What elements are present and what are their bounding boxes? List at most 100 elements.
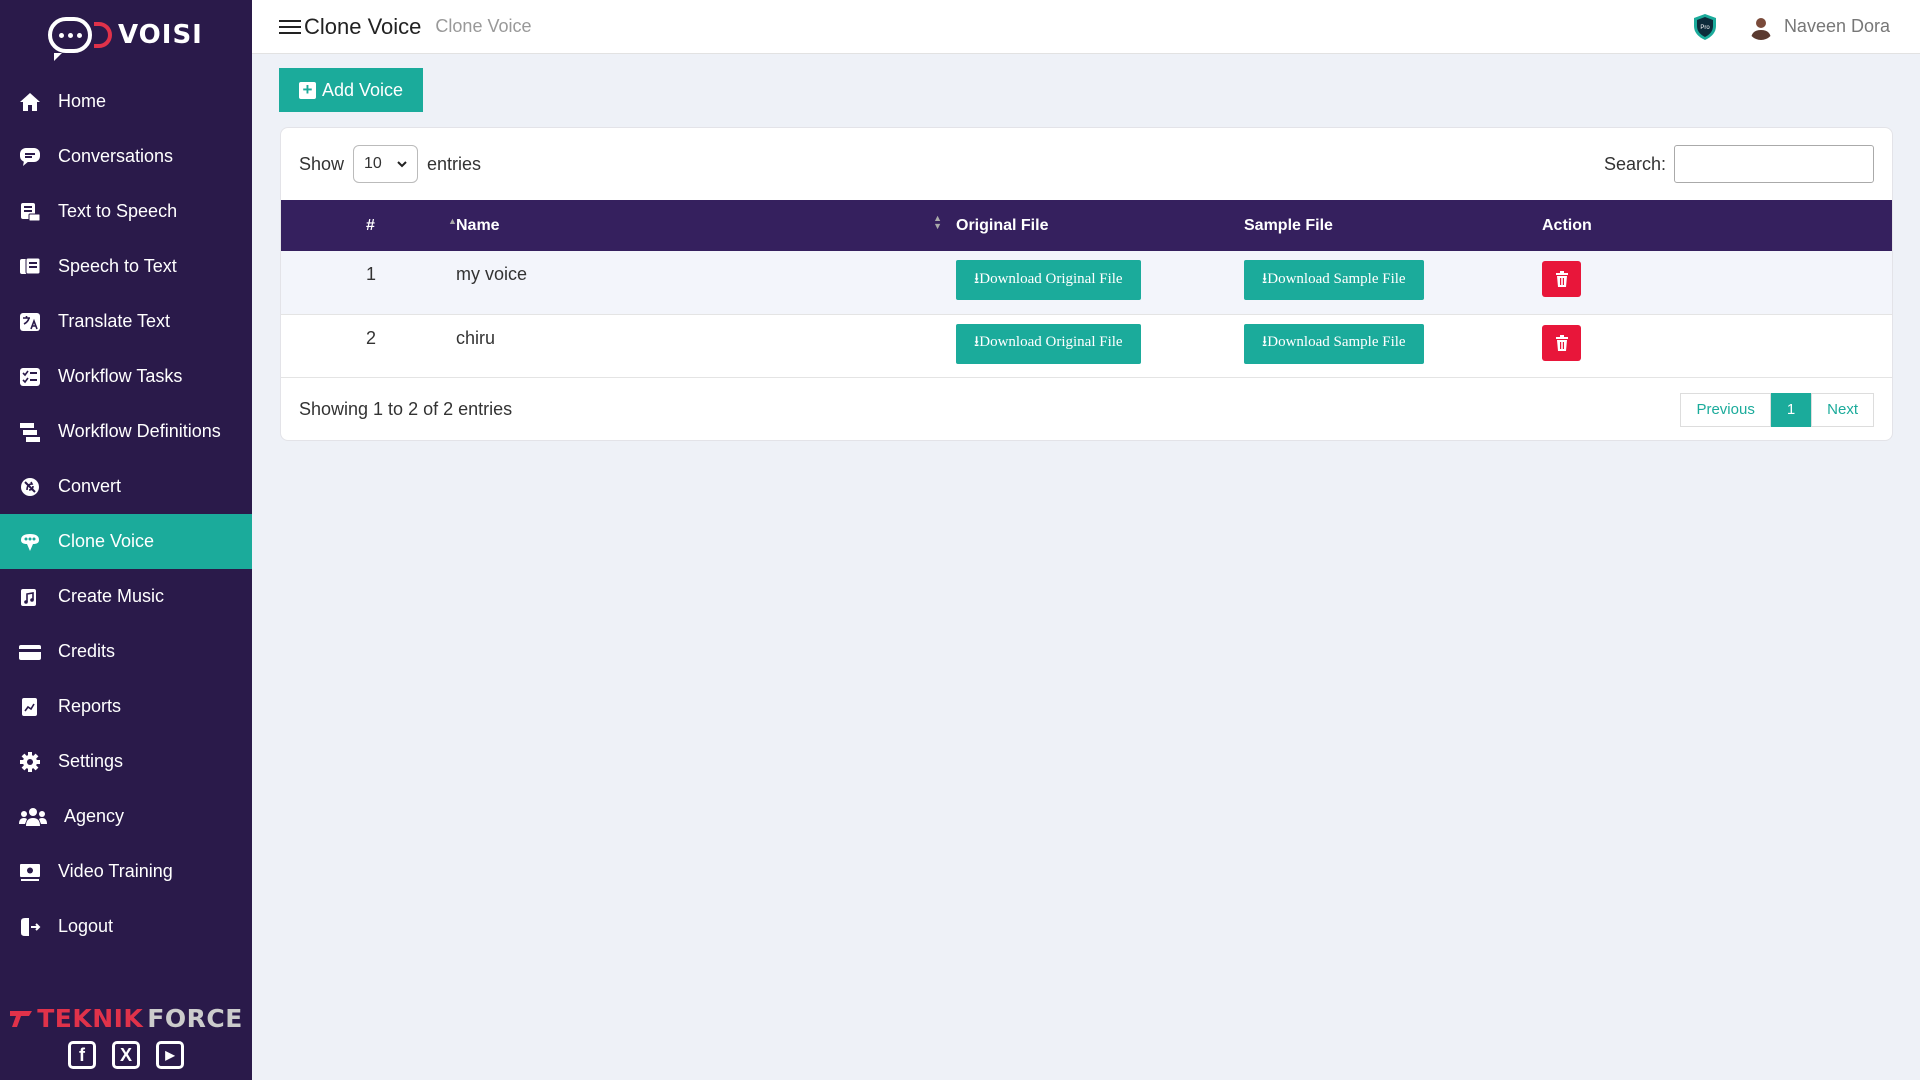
reports-icon [16,696,44,718]
gear-icon [16,751,44,773]
teknikforce-mark-icon [10,1010,33,1027]
clone-voice-icon [16,531,44,553]
sidebar-item-speech-to-text[interactable]: Speech to Text [0,239,252,294]
sort-both-icon: ▲ ▼ [933,213,942,231]
sidebar-item-workflow-definitions[interactable]: Workflow Definitions [0,404,252,459]
download-sample-button[interactable]: ⭳Download Sample File [1244,323,1424,364]
download-sample-button[interactable]: ⭳Download Sample File [1244,260,1424,300]
trash-icon [1555,271,1568,287]
app-logo[interactable]: VOISI [0,0,252,70]
facebook-icon[interactable]: f [68,1041,96,1069]
users-icon [16,806,50,828]
social-links: f X ▶ [0,1041,252,1069]
workflow-icon [16,421,44,443]
sidebar-item-label: Create Music [58,586,165,606]
sidebar-item-convert[interactable]: Convert [0,459,252,514]
next-page-button[interactable]: Next [1811,392,1874,427]
sidebar-item-agency[interactable]: Agency [0,789,252,844]
page-length-select[interactable]: 10 [353,145,419,183]
search-input[interactable] [1674,145,1874,183]
search-label: Search: [1603,153,1666,174]
sidebar-item-label: Reports [58,696,122,716]
sidebar-item-home[interactable]: Home [0,74,252,129]
sidebar-item-label: Home [58,91,107,111]
sidebar-item-label: Agency [64,806,125,826]
add-voice-button[interactable]: + Add Voice [279,68,423,112]
sidebar-item-workflow-tasks[interactable]: Workflow Tasks [0,349,252,404]
table-header-row: # ▲ Name ▲ ▼ Original File Sample File Ac… [281,200,1892,251]
user-area: Pro Naveen Dora [1692,13,1890,41]
sidebar-item-create-music[interactable]: Create Music [0,569,252,624]
sidebar-footer: TEKNIK FORCE f X ▶ [0,1004,252,1080]
logout-icon [16,916,44,938]
download-original-button[interactable]: ⭳Download Original File [956,323,1141,364]
sidebar: VOISI Home Conversations Text to Speech … [0,0,252,1080]
sidebar-item-label: Speech to Text [58,256,177,276]
hamburger-menu-icon[interactable] [279,19,301,34]
column-header-sample-file: Sample File [1244,216,1333,234]
home-icon [16,91,44,113]
sidebar-item-credits[interactable]: Credits [0,624,252,679]
x-twitter-icon[interactable]: X [112,1041,140,1069]
avatar[interactable] [1747,13,1774,40]
sidebar-item-text-to-speech[interactable]: Text to Speech [0,184,252,239]
page-1-button[interactable]: 1 [1770,392,1812,427]
download-original-button[interactable]: ⭳Download Original File [956,260,1141,300]
sidebar-item-label: Video Training [58,861,173,881]
page-title: Clone Voice [304,13,422,39]
delete-button[interactable] [1542,261,1581,297]
sidebar-item-label: Text to Speech [58,201,178,221]
topbar: Clone Voice Clone Voice Pro Naveen Dora [252,0,1920,54]
sidebar-item-label: Credits [58,641,116,661]
row-name: my voice [456,264,528,284]
speech-to-text-icon [16,256,44,278]
breadcrumb: Clone Voice [435,16,532,36]
music-icon [16,586,44,608]
sidebar-item-reports[interactable]: Reports [0,679,252,734]
sidebar-item-video-training[interactable]: Video Training [0,844,252,899]
column-header-original-file: Original File [956,216,1049,234]
translate-icon [16,311,44,333]
chat-bubble-logo-icon [48,17,92,61]
action-cell [1542,251,1892,314]
sidebar-item-settings[interactable]: Settings [0,734,252,789]
sidebar-item-clone-voice[interactable]: Clone Voice [0,514,252,569]
pro-shield-icon[interactable]: Pro [1692,13,1718,41]
sidebar-item-translate-text[interactable]: Translate Text [0,294,252,349]
sample-file-cell: ⭳Download Sample File [1244,314,1542,377]
sidebar-item-label: Settings [58,751,124,771]
column-header-number[interactable]: # ▲ [281,200,457,251]
chevron-down-icon [397,160,407,167]
user-name[interactable]: Naveen Dora [1784,16,1890,37]
sidebar-item-label: Workflow Definitions [58,421,221,441]
delete-button[interactable] [1542,324,1581,361]
sidebar-item-label: Convert [58,476,122,496]
convert-icon [16,476,44,498]
sidebar-item-label: Clone Voice [58,531,155,551]
previous-page-button[interactable]: Previous [1680,392,1771,427]
svg-text:Pro: Pro [1700,25,1710,31]
plus-icon: + [298,81,316,99]
youtube-icon[interactable]: ▶ [156,1041,184,1069]
column-header-action: Action [1542,216,1592,234]
column-header-name[interactable]: Name ▲ ▼ [456,200,946,251]
sidebar-item-conversations[interactable]: Conversations [0,129,252,184]
row-name: chiru [456,327,496,348]
table-footer: Showing 1 to 2 of 2 entries Previous 1 N… [281,378,1892,442]
search-area: Search: [1604,145,1874,183]
action-cell [1542,314,1892,377]
sidebar-item-label: Conversations [58,146,174,166]
teknikforce-logo[interactable]: TEKNIK FORCE [0,1004,252,1033]
sidebar-nav: Home Conversations Text to Speech Speech… [0,74,252,954]
tasks-icon [16,366,44,388]
trash-icon [1555,334,1568,351]
table-controls: Show 10 entries Search: [281,128,1892,200]
sound-waves-icon [94,22,112,48]
sample-file-cell: ⭳Download Sample File [1244,251,1542,314]
logo-text: VOISI [118,20,203,50]
sidebar-item-logout[interactable]: Logout [0,899,252,954]
table-row: 2 chiru ⭳Download Original File ⭳Downloa… [281,314,1892,377]
table-row: 1 my voice ⭳Download Original File ⭳Down… [281,251,1892,314]
pagination: Previous 1 Next [1680,392,1874,427]
voices-table-card: Show 10 entries Search: # ▲ Name ▲ ▼ Orig… [280,127,1893,441]
